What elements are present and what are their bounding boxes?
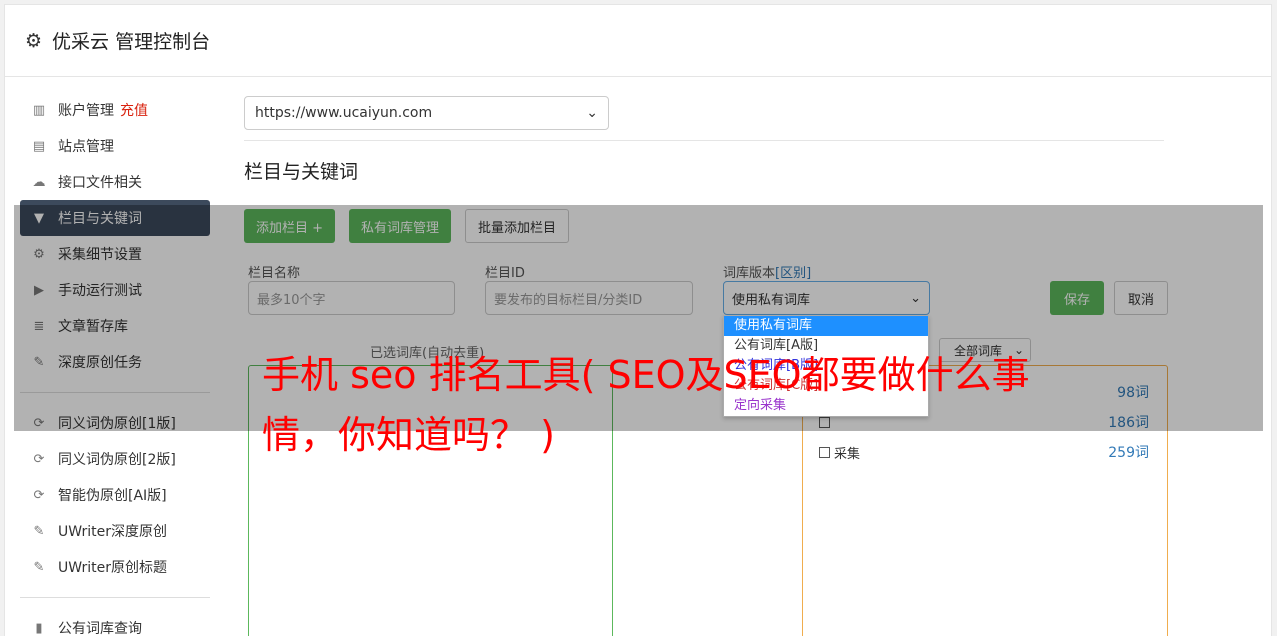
sidebar-item-columns[interactable]: ▼ 栏目与关键词	[20, 200, 210, 236]
cogs-icon: ⚙	[33, 246, 45, 262]
sidebar-item-label: 接口文件相关	[58, 175, 142, 191]
lib-version-select[interactable]: 使用私有词库 ⌄	[723, 281, 930, 315]
section-title: 栏目与关键词	[244, 161, 359, 183]
sidebar-item-label: 栏目与关键词	[58, 211, 142, 227]
play-icon: ▶	[34, 282, 44, 298]
sidebar-item-uwriter-deep[interactable]: ✎ UWriter深度原创	[20, 513, 210, 549]
refresh-icon: ⟳	[33, 487, 45, 503]
lib-count: 259词	[1108, 445, 1149, 461]
chevron-down-icon: ⌄	[586, 105, 598, 121]
sidebar-item-label: 账户管理	[58, 103, 114, 119]
sidebar-item-collect-settings[interactable]: ⚙ 采集细节设置	[20, 236, 210, 272]
sidebar-item-label: UWriter原创标题	[58, 560, 167, 576]
action-buttons: 添加栏目 + 私有词库管理 批量添加栏目	[244, 209, 570, 243]
sidebar-item-uwriter-title[interactable]: ✎ UWriter原创标题	[20, 549, 210, 585]
watermark-text: 手机 seo 排名工具( SEO及SEO都要做什么事情，你知道吗？ )	[262, 353, 1030, 457]
private-lib-button[interactable]: 私有词库管理	[349, 209, 452, 243]
sidebar-item-label: 采集细节设置	[58, 247, 142, 263]
sidebar: ▥ 账户管理 充值 ▤ 站点管理 ☁ 接口文件相关 ▼ 栏目与关键词 ⚙ 采集细…	[20, 92, 210, 636]
add-column-button[interactable]: 添加栏目 +	[244, 209, 336, 243]
sidebar-item-manual-run[interactable]: ▶ 手动运行测试	[20, 272, 210, 308]
sidebar-item-label: 公有词库查询	[58, 621, 142, 636]
edit-icon: ✎	[33, 354, 45, 370]
header: ⚙ 优采云 管理控制台	[5, 5, 1271, 77]
sidebar-item-ai-rewrite[interactable]: ⟳ 智能伪原创[AI版]	[20, 477, 210, 513]
divider	[244, 140, 1164, 141]
book-icon: ▮	[35, 620, 43, 636]
gear-icon: ⚙	[25, 29, 43, 52]
sidebar-divider	[20, 392, 210, 393]
filter-icon: ▼	[34, 210, 44, 226]
sidebar-item-sites[interactable]: ▤ 站点管理	[20, 128, 210, 164]
lib-count: 186词	[1108, 415, 1149, 431]
chevron-down-icon: ⌄	[910, 290, 921, 306]
sidebar-item-public-lib[interactable]: ▮ 公有词库查询	[20, 610, 210, 636]
sidebar-item-label: 同义词伪原创[1版]	[58, 416, 176, 432]
sidebar-item-label: 同义词伪原创[2版]	[58, 452, 176, 468]
lib-version-diff-link[interactable]: [区别]	[775, 266, 811, 281]
edit-icon: ✎	[33, 559, 45, 575]
main-content: https://www.ucaiyun.com ⌄ 栏目与关键词 添加栏目 + …	[244, 96, 1164, 243]
column-id-label: 栏目ID	[485, 266, 525, 281]
server-icon: ▤	[32, 138, 46, 154]
sidebar-item-label: 手动运行测试	[58, 283, 142, 299]
page-title: 优采云 管理控制台	[52, 31, 211, 53]
sidebar-item-article-store[interactable]: ≣ 文章暂存库	[20, 308, 210, 344]
sidebar-item-deep-original[interactable]: ✎ 深度原创任务	[20, 344, 210, 380]
column-id-input[interactable]: 要发布的目标栏目/分类ID	[485, 281, 693, 315]
bar-chart-icon: ▥	[32, 102, 46, 118]
sidebar-item-label: 文章暂存库	[58, 319, 128, 335]
lib-version-label: 词库版本	[723, 266, 776, 281]
sidebar-item-synonym-v1[interactable]: ⟳ 同义词伪原创[1版]	[20, 405, 210, 441]
lib-count: 98词	[1117, 385, 1149, 401]
sidebar-item-account[interactable]: ▥ 账户管理 充值	[20, 92, 210, 128]
column-name-input[interactable]: 最多10个字	[248, 281, 455, 315]
lib-version-label-group: 词库版本[区别]	[723, 262, 811, 281]
recharge-link[interactable]: 充值	[120, 100, 148, 120]
dropdown-option[interactable]: 使用私有词库	[724, 316, 928, 336]
sidebar-item-label: 站点管理	[58, 139, 114, 155]
lib-version-value: 使用私有词库	[732, 292, 811, 308]
database-icon: ≣	[33, 318, 45, 334]
cloud-upload-icon: ☁	[32, 174, 46, 190]
batch-add-button[interactable]: 批量添加栏目	[465, 209, 570, 243]
edit-icon: ✎	[33, 523, 45, 539]
column-name-label: 栏目名称	[248, 266, 301, 281]
site-select[interactable]: https://www.ucaiyun.com ⌄	[244, 96, 609, 130]
sidebar-item-synonym-v2[interactable]: ⟳ 同义词伪原创[2版]	[20, 441, 210, 477]
sidebar-item-label: 深度原创任务	[58, 355, 142, 371]
cancel-button[interactable]: 取消	[1114, 281, 1168, 315]
sidebar-item-interface[interactable]: ☁ 接口文件相关	[20, 164, 210, 200]
refresh-icon: ⟳	[33, 451, 45, 467]
sidebar-item-label: 智能伪原创[AI版]	[58, 488, 167, 504]
site-select-value: https://www.ucaiyun.com	[255, 105, 433, 121]
refresh-icon: ⟳	[33, 415, 45, 431]
sidebar-divider	[20, 597, 210, 598]
sidebar-item-label: UWriter深度原创	[58, 524, 167, 540]
save-button[interactable]: 保存	[1050, 281, 1104, 315]
